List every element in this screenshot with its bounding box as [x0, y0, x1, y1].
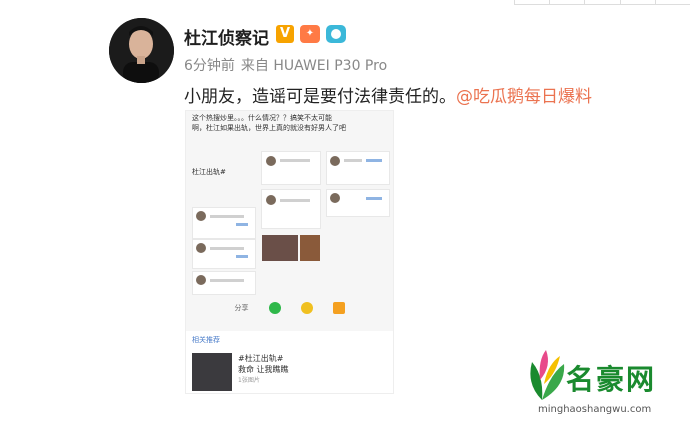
mini-button [366, 159, 382, 162]
related-text[interactable]: #杜江出轨# 救命 让我瞧瞧 1张图片 [238, 353, 289, 386]
share-label[interactable]: 分享 [235, 303, 249, 313]
mini-button [236, 255, 248, 258]
share-row: 分享 [186, 297, 393, 319]
verified-v-icon: V [276, 25, 294, 43]
wechat-icon[interactable] [268, 302, 281, 314]
moments-icon[interactable] [300, 302, 313, 314]
post-body: 小朋友，造谣可是要付法律责任的。 [184, 87, 456, 107]
top-tab-strip [514, 0, 690, 5]
user-avatar[interactable] [109, 18, 174, 83]
mini-avatar [330, 193, 340, 203]
mini-avatar [196, 243, 206, 253]
club-badge-icon: ✦ [300, 25, 320, 43]
user-badges: V ✦ [276, 25, 346, 43]
mini-text [210, 279, 244, 282]
mini-photo [300, 235, 320, 261]
mini-text [210, 215, 244, 218]
related-section: 相关推荐 #杜江出轨# 救命 让我瞧瞧 1张图片 [186, 331, 393, 393]
watermark: 名豪网 minghaoshangwu.com [520, 350, 690, 422]
watermark-name: 名豪网 [566, 363, 657, 396]
post-source: 来自 HUAWEI P30 Pro [240, 58, 388, 74]
leaf-logo-icon [530, 350, 565, 400]
mention-link[interactable]: @吃瓜鹅每日爆料 [456, 87, 592, 107]
mini-text [280, 159, 310, 162]
post-time: 6分钟前 [184, 58, 235, 74]
post-meta: 6分钟前 来自 HUAWEI P30 Pro [184, 55, 393, 75]
mini-photo [262, 235, 298, 261]
note-icon[interactable] [332, 302, 345, 314]
related-title: 相关推荐 [192, 336, 220, 344]
mini-avatar [266, 156, 276, 166]
mini-text [344, 159, 362, 162]
camera-badge-icon [326, 25, 346, 43]
mini-button [236, 223, 248, 226]
username[interactable]: 杜江侦察记 [184, 24, 269, 49]
mini-avatar [266, 195, 276, 205]
embedded-screenshot[interactable]: 这个热搜炒里。。。什么情况？？搞笑不太可能 啊，杜江如果出轨，世界上真的就没有好… [185, 110, 394, 394]
watermark-url: minghaoshangwu.com [538, 404, 652, 415]
related-thumbnail[interactable] [192, 353, 232, 391]
mini-avatar [196, 211, 206, 221]
mini-text [210, 247, 244, 250]
mini-button [366, 197, 382, 200]
mini-text [280, 199, 310, 202]
avatar-photo [109, 18, 174, 83]
related-line: 救命 让我瞧瞧 [238, 365, 289, 374]
mini-avatar [330, 156, 340, 166]
screenshot-line1: 这个热搜炒里。。。什么情况？？搞笑不太可能 [192, 114, 332, 122]
post-text: 小朋友，造谣可是要付法律责任的。@吃瓜鹅每日爆料 [184, 82, 592, 107]
related-tag: #杜江出轨# [238, 354, 284, 363]
mini-avatar [196, 275, 206, 285]
related-meta: 1张图片 [238, 377, 260, 384]
screenshot-line2: 啊，杜江如果出轨，世界上真的就没有好男人了吧 [192, 124, 346, 132]
